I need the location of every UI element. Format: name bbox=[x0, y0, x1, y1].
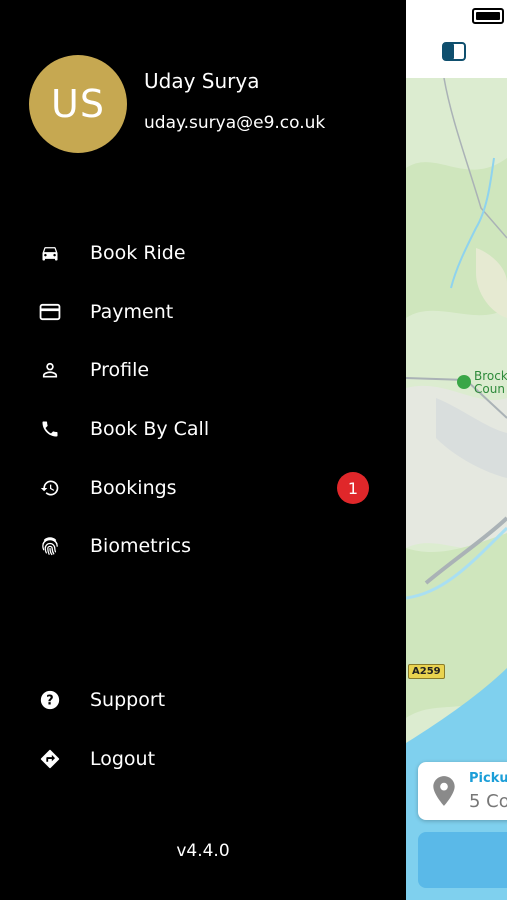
history-icon bbox=[38, 476, 62, 500]
pickup-title: Pickup bbox=[469, 771, 507, 786]
book-action-button[interactable] bbox=[418, 832, 507, 888]
menu-item-profile[interactable]: Profile bbox=[0, 345, 406, 395]
phone-icon bbox=[38, 417, 62, 441]
pickup-address: 5 Co bbox=[469, 791, 507, 812]
menu-item-biometrics[interactable]: Biometrics bbox=[0, 521, 406, 571]
person-icon bbox=[38, 358, 62, 382]
menu-label: Bookings bbox=[90, 477, 177, 499]
avatar[interactable]: US bbox=[29, 55, 127, 153]
svg-text:?: ? bbox=[46, 694, 53, 709]
menu-label: Book Ride bbox=[90, 242, 186, 264]
navigation-drawer: US Uday Surya uday.surya@e9.co.uk Book R… bbox=[0, 0, 406, 900]
menu-item-support[interactable]: ? Support bbox=[0, 675, 406, 725]
help-icon: ? bbox=[38, 688, 62, 712]
bookings-count-badge: 1 bbox=[337, 472, 369, 504]
menu-label: Book By Call bbox=[90, 418, 210, 440]
menu-label: Logout bbox=[90, 748, 156, 770]
user-email: uday.surya@e9.co.uk bbox=[144, 113, 326, 133]
car-icon bbox=[38, 241, 62, 265]
app-version: v4.4.0 bbox=[176, 841, 230, 861]
poi-label: Brock Coun bbox=[474, 369, 507, 396]
user-name: Uday Surya bbox=[144, 69, 260, 93]
park-pin-icon[interactable] bbox=[457, 375, 471, 389]
menu-label: Payment bbox=[90, 301, 174, 323]
sidebar-toggle-icon[interactable] bbox=[442, 42, 466, 61]
directions-icon bbox=[38, 747, 62, 771]
fingerprint-icon bbox=[38, 534, 62, 558]
location-pin-icon bbox=[431, 775, 457, 811]
menu-label: Biometrics bbox=[90, 535, 192, 557]
menu-item-bookings[interactable]: Bookings 1 bbox=[0, 463, 406, 513]
pickup-location-card[interactable]: Pickup 5 Co bbox=[418, 762, 507, 820]
battery-icon bbox=[472, 8, 504, 24]
menu-item-book-ride[interactable]: Book Ride bbox=[0, 228, 406, 278]
menu-item-book-by-call[interactable]: Book By Call bbox=[0, 404, 406, 454]
menu-item-payment[interactable]: Payment bbox=[0, 287, 406, 337]
menu-item-logout[interactable]: Logout bbox=[0, 734, 406, 784]
avatar-initials: US bbox=[51, 82, 105, 126]
credit-card-icon bbox=[38, 300, 62, 324]
menu-label: Support bbox=[90, 689, 166, 711]
map-screen: BrockCoun A259 Pickup 5 Co bbox=[406, 0, 507, 900]
menu-label: Profile bbox=[90, 359, 150, 381]
top-bar bbox=[406, 0, 507, 78]
road-label: A259 bbox=[408, 664, 445, 679]
